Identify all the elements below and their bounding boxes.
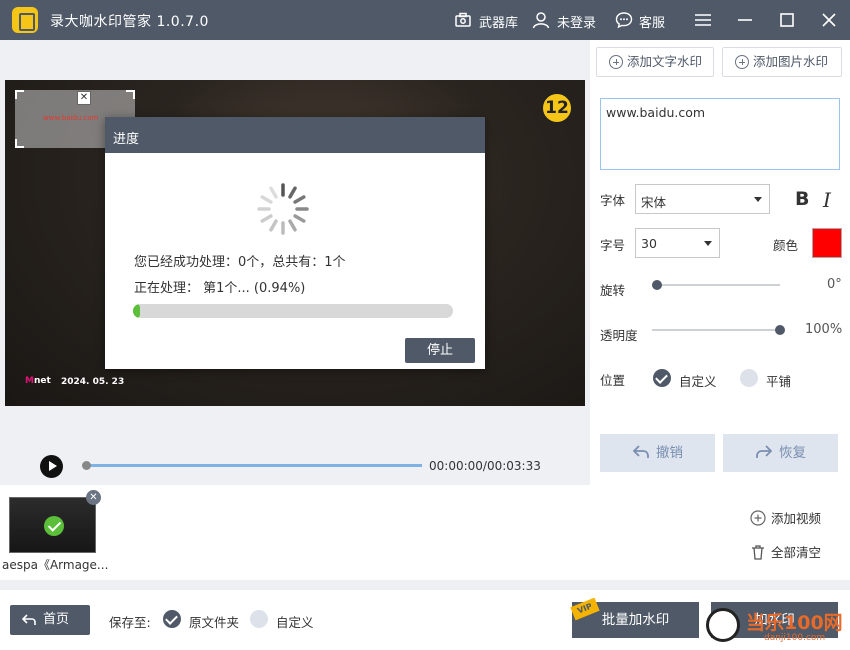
arsenal-link[interactable]: 武器库 bbox=[479, 12, 518, 31]
title-bar: 录大咖水印管家 1.0.7.0 武器库 未登录 客服 bbox=[0, 0, 850, 40]
position-tile-label: 平铺 bbox=[766, 374, 792, 389]
home-button[interactable]: 首页 bbox=[10, 605, 90, 635]
maximize-icon[interactable] bbox=[777, 10, 797, 30]
undo-icon bbox=[632, 445, 649, 458]
font-label: 字体 bbox=[600, 193, 626, 208]
check-icon bbox=[44, 516, 64, 536]
watermark-settings-panel: 添加文字水印 添加图片水印 www.baidu.com 字体 宋体 B I 字号… bbox=[590, 40, 850, 485]
service-link[interactable]: 客服 bbox=[639, 12, 665, 31]
app-logo-icon bbox=[12, 7, 38, 33]
resize-handle[interactable] bbox=[15, 90, 24, 99]
age-rating-badge: 12 bbox=[541, 92, 573, 124]
redo-button[interactable]: 恢复 bbox=[723, 434, 838, 472]
position-custom-radio[interactable] bbox=[653, 369, 671, 387]
progress-dialog: 进度 您已经成功处理：0个，总共有：1个 正在处理： 第1个... (0.94%… bbox=[105, 117, 485, 369]
site-watermark-text: 当乐100网 bbox=[746, 612, 843, 634]
position-tile-radio[interactable] bbox=[740, 369, 758, 387]
position-label: 位置 bbox=[600, 373, 626, 388]
channel-logo: Mnet bbox=[25, 376, 51, 386]
video-thumbnail[interactable] bbox=[9, 497, 96, 553]
rotate-value: 0° bbox=[827, 277, 842, 292]
bold-button[interactable]: B bbox=[795, 188, 809, 210]
minimize-icon[interactable] bbox=[735, 10, 755, 30]
seek-bar[interactable] bbox=[84, 464, 422, 467]
chevron-down-icon bbox=[704, 241, 712, 246]
opacity-slider[interactable] bbox=[652, 329, 780, 331]
font-select[interactable]: 宋体 bbox=[635, 184, 770, 214]
site-watermark: 当乐100网 danji100.com bbox=[706, 608, 846, 648]
rotate-label: 旋转 bbox=[600, 283, 626, 298]
add-text-watermark-button[interactable]: 添加文字水印 bbox=[596, 47, 714, 77]
resize-handle[interactable] bbox=[126, 90, 135, 99]
site-watermark-url: danji100.com bbox=[764, 633, 826, 643]
login-link[interactable]: 未登录 bbox=[557, 12, 596, 31]
position-custom-label: 自定义 bbox=[679, 374, 717, 389]
undo-button[interactable]: 撤销 bbox=[600, 434, 715, 472]
watermark-preview-text: www.baidu.com bbox=[43, 114, 99, 122]
resize-handle[interactable] bbox=[15, 139, 24, 148]
rotate-slider[interactable] bbox=[652, 284, 780, 286]
site-logo-icon bbox=[706, 608, 740, 642]
file-name: aespa《Armage... bbox=[2, 558, 109, 572]
add-video-button[interactable]: 添加视频 bbox=[750, 508, 821, 527]
save-original-radio[interactable] bbox=[163, 610, 181, 628]
file-list: ✕ aespa《Armage... 添加视频 全部清空 bbox=[0, 485, 850, 580]
add-image-watermark-button[interactable]: 添加图片水印 bbox=[722, 47, 842, 77]
progress-bar-fill bbox=[133, 304, 141, 318]
opacity-slider-handle[interactable] bbox=[775, 325, 785, 335]
close-icon[interactable] bbox=[819, 10, 839, 30]
seek-handle[interactable] bbox=[82, 461, 91, 470]
size-label: 字号 bbox=[600, 238, 626, 253]
color-swatch[interactable] bbox=[812, 228, 842, 258]
vip-badge: VIP bbox=[570, 597, 600, 621]
color-label: 颜色 bbox=[773, 238, 799, 253]
remove-file-icon[interactable]: ✕ bbox=[86, 490, 101, 505]
opacity-value: 100% bbox=[805, 322, 843, 337]
batch-watermark-button[interactable]: VIP 批量加水印 bbox=[570, 597, 699, 638]
broadcast-date: 2024. 05. 23 bbox=[61, 377, 125, 387]
app-title: 录大咖水印管家 1.0.7.0 bbox=[50, 14, 209, 30]
processed-count: 您已经成功处理：0个，总共有：1个 bbox=[134, 255, 346, 270]
progress-bar bbox=[133, 304, 453, 318]
dialog-title: 进度 bbox=[105, 117, 485, 153]
plus-icon bbox=[609, 55, 623, 69]
arsenal-icon[interactable] bbox=[455, 12, 471, 28]
opacity-label: 透明度 bbox=[600, 328, 638, 343]
watermark-close-icon[interactable]: ✕ bbox=[77, 91, 91, 105]
save-custom-label: 自定义 bbox=[276, 615, 314, 630]
chevron-down-icon bbox=[754, 197, 762, 202]
user-icon[interactable] bbox=[532, 11, 550, 29]
play-icon[interactable] bbox=[40, 455, 63, 478]
current-progress: 正在处理： 第1个... (0.94%) bbox=[134, 281, 306, 296]
save-custom-radio[interactable] bbox=[250, 610, 268, 628]
loading-spinner-icon bbox=[257, 183, 309, 235]
rotate-slider-handle[interactable] bbox=[652, 280, 662, 290]
chat-icon[interactable] bbox=[615, 11, 633, 29]
size-select[interactable]: 30 bbox=[635, 228, 720, 258]
trash-icon bbox=[752, 545, 764, 560]
clear-all-button[interactable]: 全部清空 bbox=[750, 542, 821, 561]
plus-circle-icon bbox=[750, 510, 766, 526]
redo-icon bbox=[756, 445, 773, 458]
menu-icon[interactable] bbox=[693, 10, 713, 30]
time-display: 00:00:00/00:03:33 bbox=[429, 459, 541, 473]
italic-button[interactable]: I bbox=[823, 188, 831, 212]
stop-button[interactable]: 停止 bbox=[405, 338, 475, 363]
plus-icon bbox=[735, 55, 749, 69]
back-arrow-icon bbox=[22, 614, 36, 625]
save-to-label: 保存至: bbox=[109, 615, 151, 630]
player-controls: 00:00:00/00:03:33 bbox=[0, 447, 590, 485]
watermark-text-input[interactable]: www.baidu.com bbox=[600, 98, 840, 170]
save-original-label: 原文件夹 bbox=[189, 615, 240, 630]
